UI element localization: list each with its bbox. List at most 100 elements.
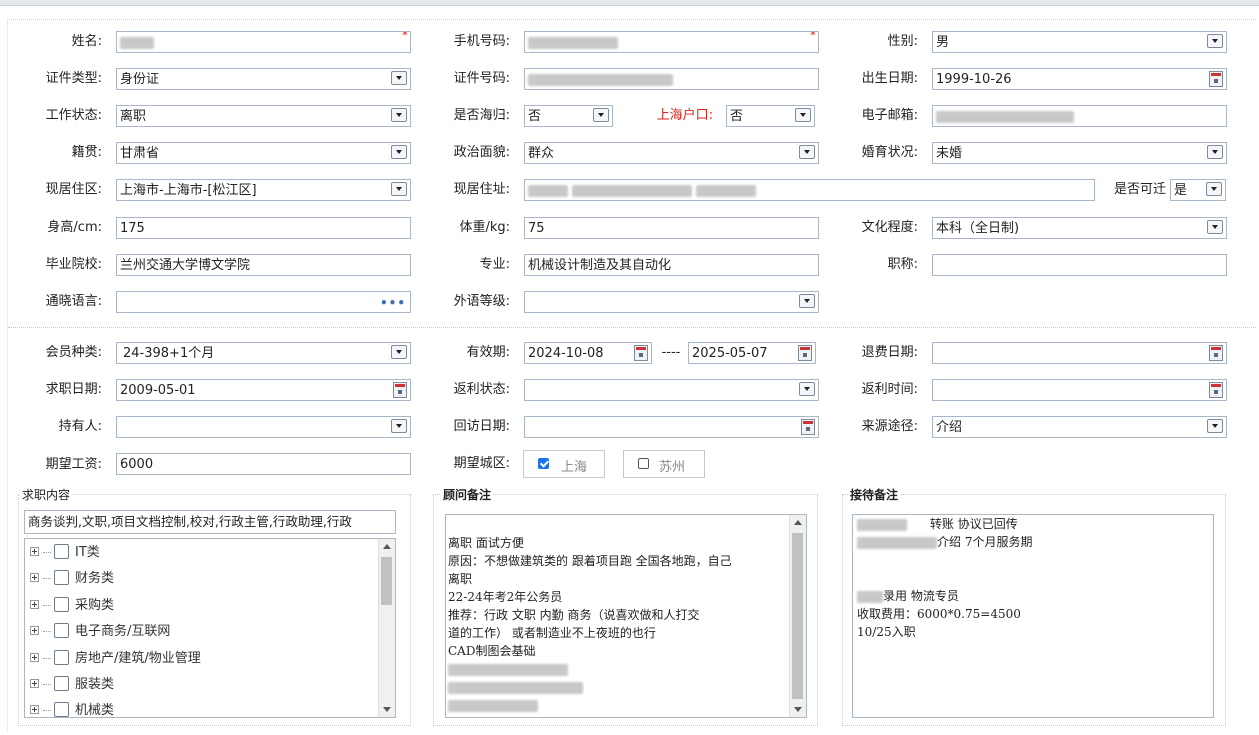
expand-icon[interactable]: [30, 705, 39, 714]
checkbox-unchecked-icon[interactable]: [54, 702, 69, 717]
chevron-down-icon[interactable]: [1207, 419, 1223, 433]
phone-input[interactable]: *: [524, 31, 819, 53]
scroll-down-icon[interactable]: [383, 707, 391, 712]
tree-scrollbar[interactable]: [378, 539, 395, 717]
notes-scrollbar[interactable]: [789, 515, 806, 717]
major-label: 专业:: [479, 257, 510, 272]
chevron-down-icon[interactable]: [799, 145, 815, 159]
name-input[interactable]: *: [116, 31, 411, 53]
job-date-input[interactable]: 2009-05-01: [116, 379, 411, 401]
chevron-down-icon[interactable]: [1207, 145, 1223, 159]
chevron-down-icon[interactable]: [1207, 34, 1223, 48]
tree-item[interactable]: 机械类: [30, 701, 114, 717]
chevron-down-icon[interactable]: [391, 419, 407, 433]
visit-date-input[interactable]: [524, 416, 819, 438]
political-select[interactable]: 群众: [524, 142, 819, 164]
scroll-thumb[interactable]: [381, 557, 392, 605]
chevron-down-icon[interactable]: [391, 145, 407, 159]
id-type-select[interactable]: 身份证: [116, 68, 411, 90]
required-mark: *: [810, 31, 816, 42]
work-status-select[interactable]: 离职: [116, 105, 411, 127]
address-input[interactable]: [524, 179, 1095, 201]
chevron-down-icon[interactable]: [1206, 182, 1222, 196]
school-input[interactable]: 兰州交通大学博文学院: [116, 254, 411, 276]
chevron-down-icon[interactable]: [391, 71, 407, 85]
calendar-icon[interactable]: [1209, 345, 1223, 361]
holder-select[interactable]: [116, 416, 411, 438]
calendar-icon[interactable]: [634, 345, 648, 361]
expand-icon[interactable]: [30, 679, 39, 688]
title-input[interactable]: [932, 254, 1227, 276]
more-icon[interactable]: •••: [380, 292, 406, 312]
expand-icon[interactable]: [30, 547, 39, 556]
reception-notes-textarea[interactable]: 转账 协议已回传 介绍 7个月服务期 录用 物流专员 收取费用：6000*0.7…: [852, 514, 1214, 718]
id-no-input[interactable]: [524, 68, 819, 90]
major-input[interactable]: 机械设计制造及其自动化: [524, 254, 819, 276]
job-summary-input[interactable]: 商务谈判,文职,项目文档控制,校对,行政主管,行政助理,行政: [24, 510, 396, 534]
checkbox-unchecked-icon[interactable]: [54, 676, 69, 691]
foreign-level-select[interactable]: [524, 291, 819, 313]
expand-icon[interactable]: [30, 653, 39, 662]
education-select[interactable]: 本科（全日制): [932, 217, 1227, 239]
gender-select[interactable]: 男: [932, 31, 1227, 53]
residence-select[interactable]: 上海市-上海市-[松江区]: [116, 179, 411, 201]
tree-item[interactable]: IT类: [30, 543, 100, 563]
checkbox-unchecked-icon[interactable]: [54, 623, 69, 638]
scroll-up-icon[interactable]: [383, 544, 391, 549]
checkbox-unchecked-icon[interactable]: [54, 570, 69, 585]
rebate-time-input[interactable]: [932, 379, 1227, 401]
checkbox-unchecked-icon[interactable]: [54, 597, 69, 612]
source-select[interactable]: 介绍: [932, 416, 1227, 438]
returnee-select[interactable]: 否: [524, 105, 613, 127]
checkbox-unchecked-icon[interactable]: [54, 650, 69, 665]
expand-icon[interactable]: [30, 600, 39, 609]
source-value: 介绍: [936, 420, 963, 435]
chevron-down-icon[interactable]: [795, 108, 811, 122]
marital-select[interactable]: 未婚: [932, 142, 1227, 164]
rebate-status-select[interactable]: [524, 379, 819, 401]
sh-hukou-select[interactable]: 否: [726, 105, 815, 127]
expand-icon[interactable]: [30, 626, 39, 635]
language-input[interactable]: •••: [116, 291, 411, 313]
checkbox-unchecked-icon[interactable]: [638, 458, 649, 469]
chevron-down-icon[interactable]: [593, 108, 609, 122]
tree-item[interactable]: 服装类: [30, 675, 114, 695]
city-suzhou-checkbox[interactable]: 苏州: [623, 450, 705, 478]
relocate-select[interactable]: 是: [1170, 179, 1226, 201]
valid-to-input[interactable]: 2025-05-07: [688, 342, 816, 364]
calendar-icon[interactable]: [393, 382, 407, 398]
checkbox-checked-icon[interactable]: [538, 458, 549, 469]
salary-input[interactable]: 6000: [116, 453, 411, 475]
height-input[interactable]: 175: [116, 217, 411, 239]
tree-item[interactable]: 电子商务/互联网: [30, 622, 170, 642]
checkbox-unchecked-icon[interactable]: [54, 544, 69, 559]
chevron-down-icon[interactable]: [391, 108, 407, 122]
tree-item[interactable]: 采购类: [30, 596, 114, 616]
chevron-down-icon[interactable]: [799, 294, 815, 308]
birth-date-input[interactable]: 1999-10-26: [932, 68, 1227, 90]
tree-item[interactable]: 房地产/建筑/物业管理: [30, 649, 201, 669]
member-type-select[interactable]: 24-398+1个月: [116, 342, 411, 364]
calendar-icon[interactable]: [1209, 71, 1223, 87]
chevron-down-icon[interactable]: [391, 345, 407, 359]
calendar-icon[interactable]: [801, 419, 815, 435]
id-no-label: 证件号码:: [453, 71, 510, 86]
id-type-value: 身份证: [120, 72, 160, 87]
chevron-down-icon[interactable]: [391, 182, 407, 196]
scroll-down-icon[interactable]: [794, 707, 802, 712]
email-input[interactable]: [932, 105, 1227, 127]
scroll-thumb[interactable]: [792, 533, 803, 699]
calendar-icon[interactable]: [1209, 382, 1223, 398]
valid-from-input[interactable]: 2024-10-08: [524, 342, 652, 364]
tree-item[interactable]: 财务类: [30, 569, 114, 589]
chevron-down-icon[interactable]: [1207, 220, 1223, 234]
calendar-icon[interactable]: [798, 345, 812, 361]
chevron-down-icon[interactable]: [799, 382, 815, 396]
native-select[interactable]: 甘肃省: [116, 142, 411, 164]
expand-icon[interactable]: [30, 573, 39, 582]
weight-input[interactable]: 75: [524, 217, 819, 239]
refund-date-input[interactable]: [932, 342, 1227, 364]
advisor-notes-textarea[interactable]: 离职 面试方便 原因：不想做建筑类的 跟着项目跑 全国各地跑，自己 离职 22-…: [445, 514, 807, 718]
city-shanghai-checkbox[interactable]: 上海: [523, 450, 605, 478]
scroll-up-icon[interactable]: [794, 520, 802, 525]
